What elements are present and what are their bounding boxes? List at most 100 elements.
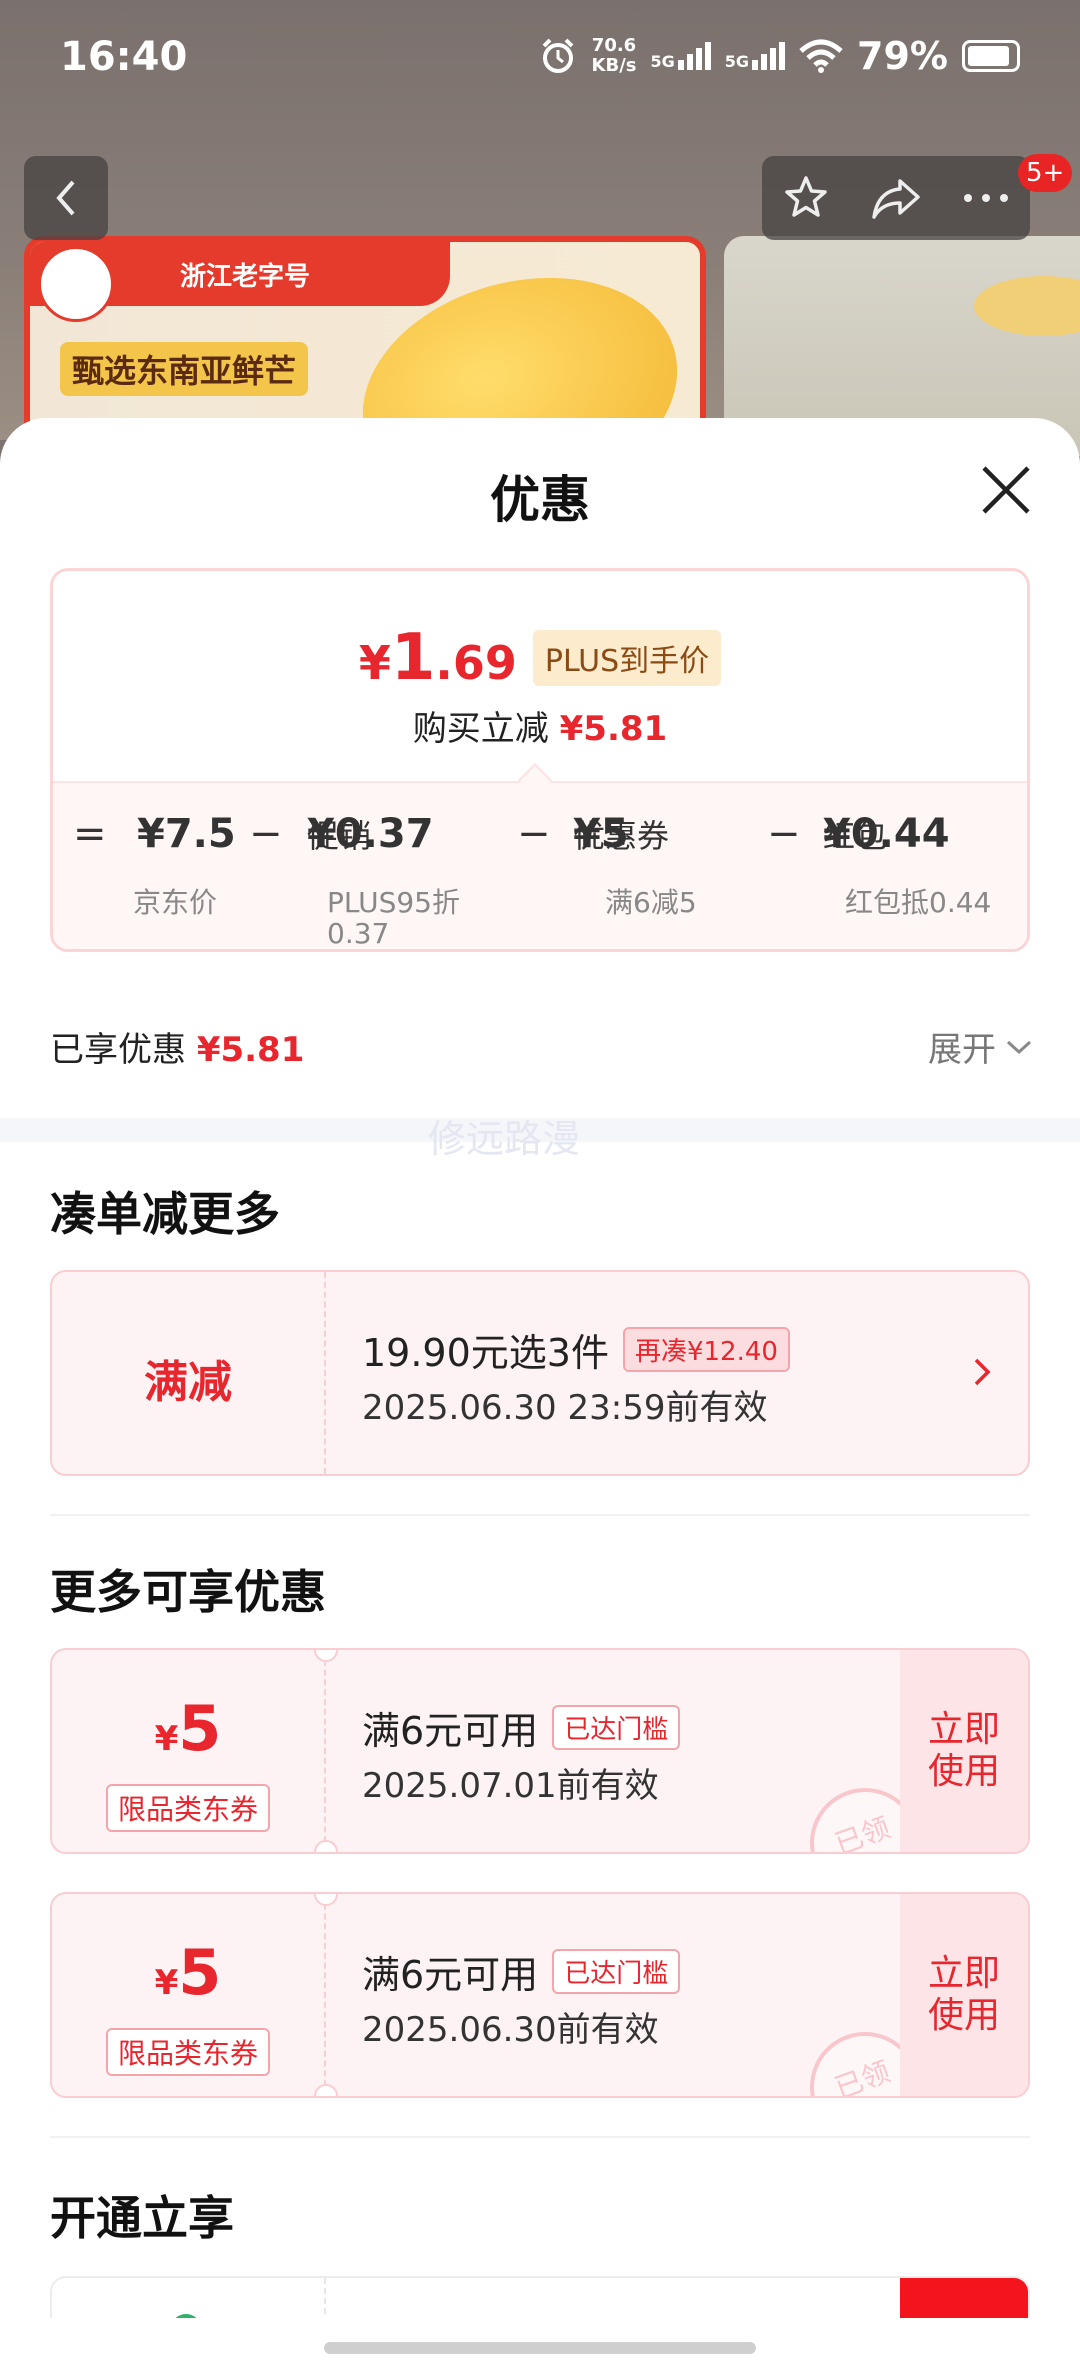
coupon-type-badge: 限品类东券: [106, 1784, 270, 1832]
top-action-bar: [762, 156, 1030, 240]
home-indicator[interactable]: [324, 2342, 756, 2354]
full-reduction-label: 满减: [144, 1357, 232, 1408]
discount-sheet: 优惠 ¥1.69 PLUS到手价 购买立减 ¥5.81 = ¥7.5 − 促销 …: [0, 418, 1080, 2376]
coupon-currency: ¥: [154, 1719, 179, 1759]
section-rule: [50, 1514, 1030, 1516]
shop-logo: [38, 246, 114, 322]
promo-note-1: PLUS95折: [327, 886, 460, 919]
chevron-left-icon: [56, 180, 75, 216]
price-integer: 1: [390, 621, 436, 695]
final-price: ¥1.69: [359, 621, 517, 695]
net-speed-value: 70.6: [591, 35, 637, 56]
net-speed-unit: KB/s: [591, 55, 637, 76]
bundle-gap-badge: 再凑¥12.40: [622, 1327, 790, 1372]
minus-sign: −: [767, 811, 801, 857]
coupon-condition-text: 满6元可用: [362, 1709, 539, 1753]
sim2-label: 5G: [724, 52, 750, 71]
signal-bars-icon: [752, 42, 786, 70]
banner-slogan: 甄选东南亚鲜芒: [60, 342, 309, 396]
promo-amount: ¥0.37: [307, 811, 434, 857]
minus-sign: −: [517, 811, 551, 857]
price-symbol: ¥: [358, 636, 391, 690]
equals-sign: =: [73, 811, 107, 857]
signal-sim2: 5G: [724, 42, 786, 71]
section-rule: [50, 2136, 1030, 2138]
saving-amount: ¥5.81: [559, 709, 668, 749]
net-speed: 70.6 KB/s: [592, 36, 637, 76]
use-now-button[interactable]: 立即使用: [900, 1894, 1028, 2096]
bundle-offer-title: 19.90元选3件 再凑¥12.40: [362, 1322, 790, 1377]
battery-icon: [962, 40, 1020, 72]
enjoyed-discount: 已享优惠 ¥5.81: [50, 1022, 304, 1071]
coupon-condition: 满6元可用 已达门槛: [362, 1944, 681, 1999]
status-time: 16:40: [60, 34, 188, 80]
redpacket-amount: ¥0.44: [823, 811, 950, 857]
coupon-card: ¥5 限品类东券 满6元可用 已达门槛 2025.06.30前有效 已领 立即使…: [50, 1892, 1030, 2098]
battery-percent: 79%: [857, 34, 948, 78]
signal-sim1: 5G: [651, 42, 711, 70]
breakdown-formula: = ¥7.5 − 促销 ¥0.37 − 优惠券 ¥5 − 红包 ¥0.44: [53, 811, 1027, 871]
use-now-label: 立即使用: [927, 1953, 1000, 2036]
bundle-validity: 2025.06.30 23:59前有效: [362, 1388, 768, 1428]
coupon-value: ¥5: [52, 1936, 324, 2009]
cart-badge: 5+: [1018, 154, 1073, 192]
coupon-amount: ¥5: [573, 811, 629, 857]
expand-label: 展开: [928, 1030, 996, 1070]
threshold-met-badge: 已达门槛: [552, 1705, 681, 1750]
plus-price-tag: PLUS到手价: [532, 630, 722, 686]
use-now-button[interactable]: 立即使用: [900, 1650, 1028, 1852]
coupon-condition: 满6元可用 已达门槛: [362, 1700, 681, 1755]
minus-sign: −: [249, 811, 283, 857]
watermark-text: 修远路漫: [428, 1117, 581, 1161]
coupon-amount: 5: [178, 1936, 222, 2009]
bundle-offer-card[interactable]: 满减 19.90元选3件 再凑¥12.40 2025.06.30 23:59前有…: [50, 1270, 1030, 1476]
brand-label: 浙江老字号: [180, 262, 311, 292]
bundle-section-title: 凑单减更多: [50, 1187, 280, 1241]
promo-note-2: 0.37: [327, 917, 390, 950]
instant-saving: 购买立减 ¥5.81: [53, 701, 1027, 750]
coupon-note: 满6减5: [605, 886, 697, 919]
coupon-type-badge: 限品类东券: [106, 2028, 270, 2076]
use-now-label: 立即使用: [927, 1709, 1000, 1792]
star-icon[interactable]: [782, 174, 830, 222]
share-icon[interactable]: [870, 175, 922, 221]
more-icon[interactable]: [962, 192, 1010, 204]
bundle-offer-text: 19.90元选3件: [362, 1331, 609, 1375]
alarm-icon: [542, 38, 573, 73]
coupon-condition-text: 满6元可用: [362, 1953, 539, 1997]
pastry-image: [974, 276, 1080, 336]
enjoyed-label: 已享优惠: [50, 1030, 186, 1070]
coupon-currency: ¥: [154, 1963, 179, 2003]
sheet-title: 优惠: [490, 471, 590, 529]
more-offers-section-title: 更多可享优惠: [50, 1565, 326, 1619]
price-summary-card: ¥1.69 PLUS到手价 购买立减 ¥5.81 = ¥7.5 − 促销 ¥0.…: [50, 568, 1030, 952]
back-button[interactable]: [24, 156, 108, 240]
coupon-amount: 5: [178, 1692, 222, 1765]
coupon-value: ¥5: [52, 1692, 324, 1765]
ticket-notch: [314, 2084, 338, 2096]
card-divider: [324, 1272, 326, 1474]
coupon-validity: 2025.06.30前有效: [362, 2010, 659, 2050]
chevron-right-icon[interactable]: [972, 1356, 992, 1388]
coupon-card: ¥5 限品类东券 满6元可用 已达门槛 2025.07.01前有效 已领 立即使…: [50, 1648, 1030, 1854]
jd-price: ¥7.5: [137, 811, 236, 857]
final-price-row: ¥1.69 PLUS到手价: [53, 621, 1027, 695]
jd-price-label: 京东价: [133, 886, 218, 919]
ticket-notch: [314, 1650, 338, 1662]
card-divider: [324, 1650, 326, 1852]
expand-button[interactable]: 展开: [928, 1022, 1032, 1071]
signal-bars-icon: [677, 42, 711, 70]
redpacket-note: 红包抵0.44: [845, 886, 992, 919]
chevron-down-icon: [1006, 1040, 1032, 1054]
coupon-validity: 2025.07.01前有效: [362, 1766, 659, 1806]
card-divider: [324, 1894, 326, 2096]
status-bar: 16:40 70.6 KB/s 5G 5G 79%: [0, 0, 1080, 120]
membership-section-title: 开通立享: [50, 2191, 234, 2245]
price-decimal: .69: [435, 636, 517, 690]
threshold-met-badge: 已达门槛: [552, 1949, 681, 1994]
sim1-label: 5G: [650, 52, 675, 71]
saving-label: 购买立减: [412, 709, 549, 749]
wifi-icon: [799, 39, 843, 73]
close-icon[interactable]: [978, 462, 1034, 518]
enjoyed-amount: ¥5.81: [196, 1030, 305, 1070]
